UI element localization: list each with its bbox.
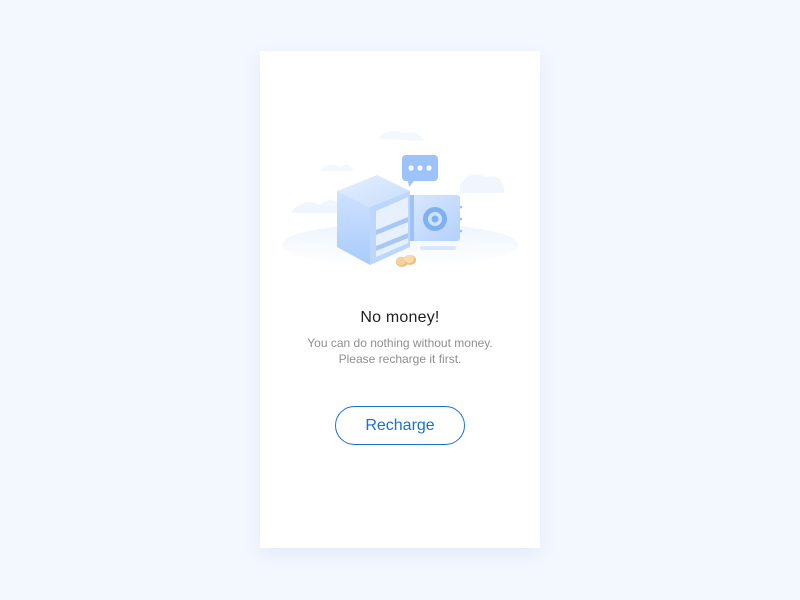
chat-bubble-icon xyxy=(402,155,438,187)
empty-safe-illustration xyxy=(282,131,518,267)
empty-state-card: No money! You can do nothing without mon… xyxy=(260,51,540,548)
empty-state-description: You can do nothing without money. Please… xyxy=(260,335,540,367)
description-line-1: You can do nothing without money. xyxy=(307,336,493,350)
recharge-button[interactable]: Recharge xyxy=(335,406,465,445)
empty-state-title: No money! xyxy=(360,309,440,326)
description-line-2: Please recharge it first. xyxy=(338,352,462,366)
